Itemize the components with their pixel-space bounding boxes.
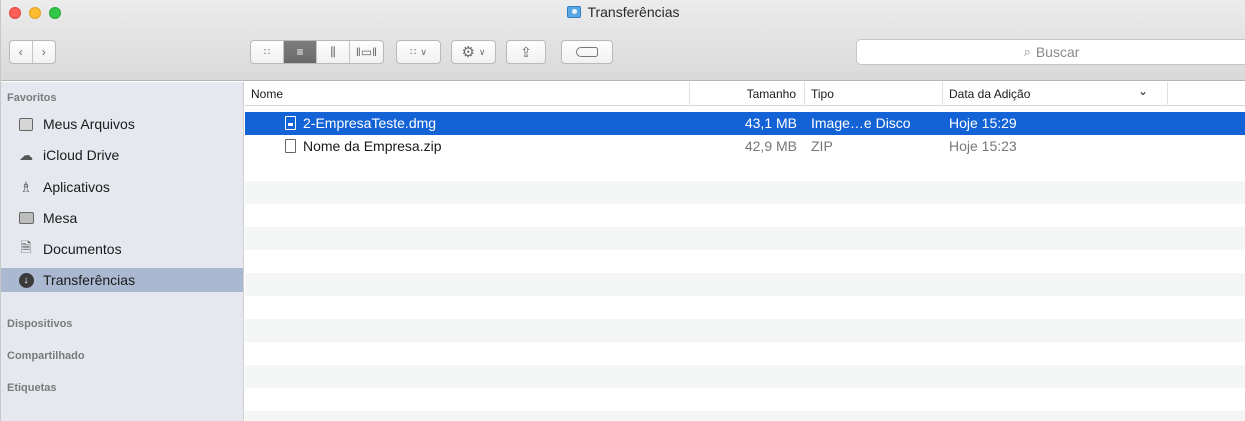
file-name: Nome da Empresa.zip [303, 138, 442, 154]
navigation-buttons: ‹ › [9, 40, 56, 64]
sidebar-item-mesa[interactable]: Mesa [1, 206, 243, 230]
search-icon: ⌕ [1023, 44, 1031, 59]
sidebar-section-shared[interactable]: Compartilhado [7, 350, 85, 362]
sidebar-item-aplicativos[interactable]: ♗ Aplicativos [1, 175, 243, 199]
arrange-button[interactable]: ∷ ∨ [396, 40, 441, 64]
icon-view-icon: ∷ [263, 46, 271, 58]
list-view-button[interactable]: ≡ [284, 41, 317, 63]
search-placeholder: Buscar [1035, 44, 1080, 60]
chevron-down-icon: ∨ [420, 46, 427, 57]
sidebar: Favoritos Meus Arquivos ☁ iCloud Drive ♗… [1, 82, 244, 421]
file-name-cell: Nome da Empresa.zip [285, 135, 442, 158]
column-header-size[interactable]: Tamanho [690, 82, 805, 106]
file-size: 42,9 MB [744, 138, 797, 154]
downloads-icon: ↓ [17, 272, 35, 288]
share-button[interactable]: ⇪ [506, 40, 546, 64]
search-field[interactable]: ⌕ Buscar [856, 39, 1245, 65]
column-header: Nome Tamanho Tipo Data da Adição ⌄ [245, 82, 1245, 106]
disk-image-icon [285, 116, 296, 130]
file-row[interactable]: Nome da Empresa.zip 42,9 MB ZIP Hoje 15:… [245, 135, 1245, 158]
file-list: Nome Tamanho Tipo Data da Adição ⌄ 2-Emp… [245, 82, 1245, 421]
icon-view-button[interactable]: ∷ [251, 41, 284, 63]
finder-window: Transferências ‹ › ∷ ≡ ⫼ ‖▭‖ ∷ ∨ ⚙ ∨ ⇪ ⌕ [0, 0, 1245, 421]
sidebar-item-label: Transferências [43, 272, 136, 288]
sidebar-item-label: Meus Arquivos [43, 116, 135, 132]
sidebar-item-meus-arquivos[interactable]: Meus Arquivos [1, 112, 243, 136]
documents-icon: 🗎 [20, 239, 32, 255]
arrange-grid-icon: ∷ [410, 46, 417, 58]
column-header-date-added[interactable]: Data da Adição ⌄ [943, 82, 1168, 106]
forward-button[interactable]: › [33, 41, 55, 63]
view-mode-control: ∷ ≡ ⫼ ‖▭‖ [250, 40, 384, 64]
column-view-button[interactable]: ⫼ [317, 41, 350, 63]
empty-row [245, 411, 1245, 421]
sidebar-item-label: iCloud Drive [43, 147, 120, 163]
cloud-icon: ☁ [19, 146, 33, 163]
column-view-icon: ⫼ [330, 44, 336, 59]
column-header-kind[interactable]: Tipo [805, 82, 943, 106]
sidebar-section-tags[interactable]: Etiquetas [7, 382, 57, 394]
empty-row [245, 365, 1245, 388]
file-date-added: Hoje 15:23 [949, 138, 1017, 154]
zip-archive-icon [285, 139, 296, 153]
file-name: 2-EmpresaTeste.dmg [303, 115, 437, 131]
desktop-icon [17, 210, 35, 226]
empty-row [245, 319, 1245, 342]
file-kind: ZIP [811, 138, 833, 154]
window-title-text: Transferências [587, 4, 680, 20]
gear-icon: ⚙ [461, 44, 475, 61]
file-date-added: Hoje 15:29 [949, 115, 1017, 131]
empty-row [245, 273, 1245, 296]
back-button[interactable]: ‹ [10, 41, 33, 63]
column-header-name[interactable]: Nome [245, 82, 690, 106]
toolbar: Transferências ‹ › ∷ ≡ ⫼ ‖▭‖ ∷ ∨ ⚙ ∨ ⇪ ⌕ [1, 0, 1245, 81]
window-title: Transferências [1, 2, 1245, 22]
sidebar-section-devices[interactable]: Dispositivos [7, 318, 72, 330]
chevron-left-icon: ‹ [18, 45, 23, 59]
all-files-icon [17, 116, 35, 132]
applications-icon: ♗ [19, 178, 33, 195]
empty-row [245, 227, 1245, 250]
tags-button[interactable] [561, 40, 613, 64]
file-size: 43,1 MB [744, 115, 797, 131]
empty-row [245, 181, 1245, 204]
file-kind: Image…e Disco [811, 115, 911, 131]
sidebar-item-label: Documentos [43, 241, 122, 257]
chevron-right-icon: › [41, 45, 46, 59]
sort-descending-icon: ⌄ [1138, 84, 1149, 98]
file-name-cell: 2-EmpresaTeste.dmg [285, 112, 436, 135]
sidebar-item-transferencias[interactable]: ↓ Transferências [1, 268, 243, 292]
list-view-icon: ≡ [296, 45, 304, 59]
action-button[interactable]: ⚙ ∨ [451, 40, 496, 64]
file-row[interactable]: 2-EmpresaTeste.dmg 43,1 MB Image…e Disco… [245, 112, 1245, 135]
column-header-date-label: Data da Adição [949, 87, 1031, 101]
tag-icon [576, 47, 598, 57]
chevron-down-icon: ∨ [478, 46, 486, 57]
sidebar-item-label: Mesa [43, 210, 78, 226]
sidebar-item-label: Aplicativos [43, 179, 110, 195]
sidebar-section-favorites: Favoritos [7, 92, 57, 104]
downloads-folder-icon [567, 6, 582, 18]
sidebar-item-icloud-drive[interactable]: ☁ iCloud Drive [1, 143, 243, 167]
cover-flow-button[interactable]: ‖▭‖ [350, 41, 383, 63]
cover-flow-icon: ‖▭‖ [355, 45, 378, 59]
sidebar-item-documentos[interactable]: 🗎 Documentos [1, 237, 243, 261]
share-icon: ⇪ [520, 43, 532, 60]
